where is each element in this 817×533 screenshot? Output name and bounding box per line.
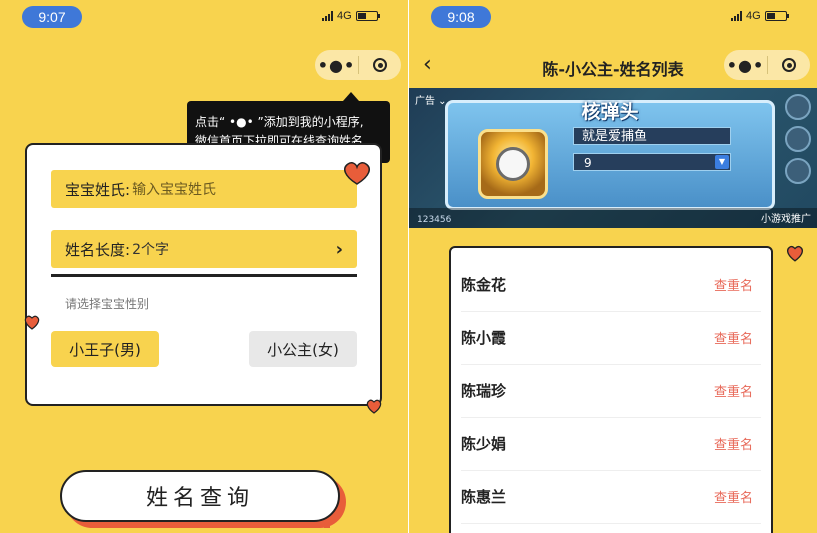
game-badge-icon: [785, 94, 811, 120]
signal-icon: [322, 11, 333, 21]
gender-boy-button[interactable]: 小王子(男): [51, 331, 159, 367]
heart-icon: [366, 399, 382, 414]
right-screen: 9:08 4G ‹ 陈-小公主-姓名列表 •●• 广告 ⌄ 核弹头 就是爱捕鱼 …: [409, 0, 817, 533]
surname-field[interactable]: 宝宝姓氏: 输入宝宝姓氏: [51, 170, 357, 208]
close-miniprogram-button[interactable]: [768, 58, 810, 72]
game-badge-icon: [785, 158, 811, 184]
more-menu-button[interactable]: •●•: [315, 56, 358, 75]
ad-number-value: 9: [584, 156, 592, 170]
game-badge-icon: [785, 126, 811, 152]
list-item: 陈小霞 查重名: [461, 311, 761, 365]
gender-girl-button[interactable]: 小公主(女): [249, 331, 357, 367]
name-search-button[interactable]: 姓名查询: [60, 470, 340, 522]
name-length-label: 姓名长度:: [65, 240, 131, 259]
name-length-value: 2个字: [132, 242, 169, 258]
check-duplicate-link[interactable]: 查重名: [714, 381, 753, 400]
status-time: 9:08: [431, 6, 491, 28]
heart-icon: [787, 245, 803, 262]
check-duplicate-link[interactable]: 查重名: [714, 434, 753, 453]
list-item: 陈金花 查重名: [461, 258, 761, 312]
list-item: 陈少娟 查重名: [461, 417, 761, 471]
tooltip-line-1: 点击“ •●• ”添加到我的小程序,: [195, 115, 364, 129]
ad-footer: 123456 小游戏推广: [409, 208, 817, 228]
network-label: 4G: [337, 10, 352, 22]
ad-promo-label: 小游戏推广: [761, 214, 811, 225]
signal-icon: [731, 11, 742, 21]
name-text: 陈小霞: [461, 329, 507, 347]
ad-score: 123456: [417, 215, 452, 225]
list-item: 陈瑞珍 查重名: [461, 364, 761, 418]
name-text: 陈惠兰: [461, 488, 507, 506]
surname-label: 宝宝姓氏:: [65, 180, 131, 199]
name-form-card: 宝宝姓氏: 输入宝宝姓氏 姓名长度: 2个字 › 请选择宝宝性别 小王子(男) …: [25, 143, 382, 406]
more-menu-button[interactable]: •●•: [724, 56, 767, 75]
gender-hint: 请选择宝宝性别: [65, 297, 150, 311]
ad-name-field: 就是爱捕鱼: [573, 127, 731, 145]
target-icon: [782, 58, 796, 72]
check-duplicate-link[interactable]: 查重名: [714, 275, 753, 294]
close-miniprogram-button[interactable]: [359, 58, 401, 72]
name-text: 陈少娟: [461, 435, 507, 453]
game-ad-banner[interactable]: 广告 ⌄ 核弹头 就是爱捕鱼 9 ▼ 123456 小游戏推广: [409, 88, 817, 228]
ad-number-select: 9 ▼: [573, 153, 731, 171]
miniprogram-capsule: •●•: [315, 50, 401, 80]
dropdown-arrow-icon: ▼: [715, 155, 729, 169]
list-item: 陈惠兰 查重名: [461, 470, 761, 524]
status-indicators: 4G: [731, 10, 789, 22]
form-divider: [51, 274, 357, 277]
battery-icon: [764, 11, 789, 21]
button-decoration: [90, 526, 330, 528]
left-screen: 9:07 4G •●• 点击“ •●• ”添加到我的小程序, 微信首页下拉即可在…: [0, 0, 408, 533]
ad-panel: 核弹头 就是爱捕鱼 9 ▼: [445, 100, 775, 210]
name-list: 陈金花 查重名 陈小霞 查重名 陈瑞珍 查重名 陈少娟 查重名 陈惠兰 查重名: [449, 246, 773, 533]
heart-icon: [24, 315, 40, 330]
status-time: 9:07: [22, 6, 82, 28]
network-label: 4G: [746, 10, 761, 22]
check-duplicate-link[interactable]: 查重名: [714, 487, 753, 506]
name-length-picker[interactable]: 姓名长度: 2个字 ›: [51, 230, 357, 268]
target-icon: [373, 58, 387, 72]
surname-input[interactable]: 输入宝宝姓氏: [132, 179, 216, 199]
chevron-right-icon: ›: [335, 238, 343, 260]
cannon-icon: [478, 129, 548, 199]
name-text: 陈瑞珍: [461, 382, 507, 400]
miniprogram-capsule: •●•: [724, 50, 810, 80]
check-duplicate-link[interactable]: 查重名: [714, 328, 753, 347]
battery-icon: [355, 11, 380, 21]
heart-icon: [344, 162, 370, 185]
status-indicators: 4G: [322, 10, 380, 22]
ad-tag[interactable]: 广告 ⌄: [415, 92, 447, 107]
ad-title: 核弹头: [581, 101, 639, 123]
name-text: 陈金花: [461, 276, 507, 294]
